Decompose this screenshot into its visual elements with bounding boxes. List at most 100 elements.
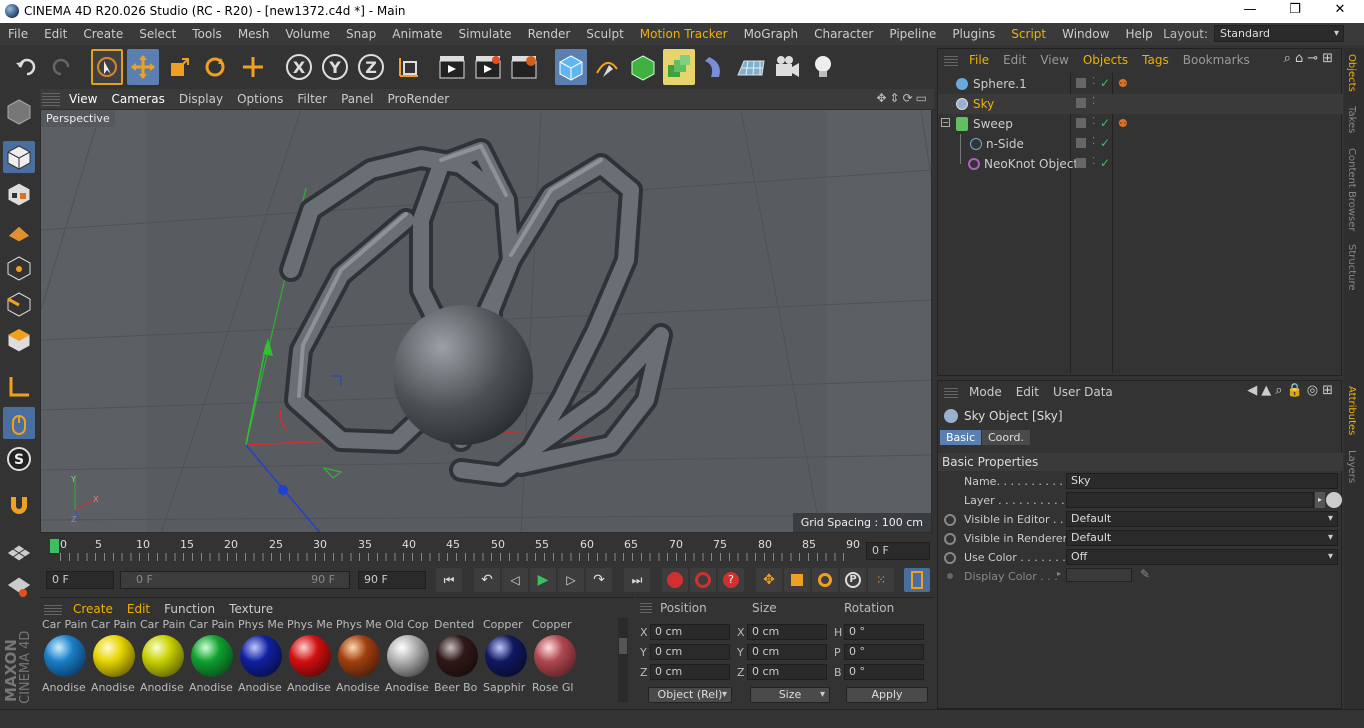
layer-toggle-icon[interactable] xyxy=(1076,78,1086,88)
cube-object-button[interactable] xyxy=(555,49,587,85)
render-to-picture-viewer-button[interactable] xyxy=(472,49,504,85)
enabled-check-icon[interactable]: ✓ xyxy=(1100,116,1110,130)
menu-pipeline[interactable]: Pipeline xyxy=(881,23,944,45)
material-tag-icon[interactable]: ⚉ xyxy=(1118,117,1128,130)
previous-key-button[interactable]: ↶ xyxy=(474,568,500,592)
deformer-button[interactable] xyxy=(699,49,731,85)
coordinate-system-button[interactable] xyxy=(393,49,425,85)
rotate-tool-button[interactable] xyxy=(199,49,231,85)
object-menu-view[interactable]: View xyxy=(1033,49,1075,71)
material-tag-icon[interactable]: ⚉ xyxy=(1118,77,1128,90)
viewport-menu-options[interactable]: Options xyxy=(230,89,290,109)
enabled-check-icon[interactable]: ✓ xyxy=(1100,76,1110,90)
z-axis-lock-button[interactable]: Z xyxy=(355,49,387,85)
menu-edit[interactable]: Edit xyxy=(36,23,75,45)
end-frame-field[interactable]: 90 F xyxy=(358,571,426,589)
move-tool-button[interactable] xyxy=(127,49,159,85)
attr-use-color-dropdown[interactable]: Off xyxy=(1066,549,1338,565)
side-tab-objects[interactable]: Objects xyxy=(1346,54,1357,92)
layer-toggle-icon[interactable] xyxy=(1076,98,1086,108)
material-swatch[interactable]: Old Cop Anodise xyxy=(385,618,431,698)
maximize-button[interactable]: ❐ xyxy=(1281,2,1309,20)
make-editable-button[interactable] xyxy=(3,95,35,127)
layer-toggle-icon[interactable] xyxy=(1076,138,1086,148)
menu-animate[interactable]: Animate xyxy=(384,23,450,45)
visibility-dots-icon[interactable]: ⁚ xyxy=(1092,156,1095,167)
material-swatch[interactable]: Phys Me Anodise xyxy=(238,618,284,698)
live-selection-button[interactable] xyxy=(91,49,123,85)
side-tab-structure[interactable]: Structure xyxy=(1346,244,1357,291)
side-tab-takes[interactable]: Takes xyxy=(1346,106,1357,133)
attr-menu-user-data[interactable]: User Data xyxy=(1046,381,1120,403)
layer-toggle-icon[interactable] xyxy=(1076,158,1086,168)
autokey-button[interactable] xyxy=(690,568,716,592)
display-color-swatch[interactable] xyxy=(1066,568,1132,582)
texture-mode-button[interactable] xyxy=(3,178,35,210)
object-row-sweep[interactable]: − Sweep ⁚ ✓ ⚉ xyxy=(938,114,1343,134)
rot-b-field[interactable]: 0 ° xyxy=(844,664,924,680)
attr-menu-mode[interactable]: Mode xyxy=(962,381,1009,403)
animate-radio-icon[interactable] xyxy=(944,552,956,564)
key-scale-button[interactable] xyxy=(784,568,810,592)
collapse-icon[interactable]: − xyxy=(941,118,950,127)
layer-toggle-icon[interactable] xyxy=(1076,118,1086,128)
pos-z-field[interactable]: 0 cm xyxy=(650,664,730,680)
next-frame-button[interactable]: ▷ xyxy=(558,568,584,592)
size-x-field[interactable]: 0 cm xyxy=(747,624,827,640)
side-tab-layers[interactable]: Layers xyxy=(1346,450,1357,483)
layer-arrow-icon[interactable]: ▸ xyxy=(1315,492,1325,508)
side-tab-content-browser[interactable]: Content Browser xyxy=(1346,148,1357,231)
menu-script[interactable]: Script xyxy=(1003,23,1054,45)
close-button[interactable]: ✕ xyxy=(1326,2,1354,20)
render-settings-button[interactable] xyxy=(508,49,540,85)
minimize-button[interactable]: — xyxy=(1236,2,1264,20)
rot-h-field[interactable]: 0 ° xyxy=(844,624,924,640)
material-swatch[interactable]: Phys Me Anodise xyxy=(336,618,382,698)
polygons-mode-button[interactable] xyxy=(3,324,35,356)
timeline-window-button[interactable] xyxy=(904,568,930,592)
material-menu-edit[interactable]: Edit xyxy=(120,600,157,618)
object-menu-objects[interactable]: Objects xyxy=(1076,49,1135,71)
menu-volume[interactable]: Volume xyxy=(277,23,338,45)
go-to-start-button[interactable]: ⏮ xyxy=(436,568,462,592)
rot-p-field[interactable]: 0 ° xyxy=(844,644,924,660)
tweak-mode-button[interactable] xyxy=(3,407,35,439)
material-menu-function[interactable]: Function xyxy=(157,600,222,618)
attr-menu-edit[interactable]: Edit xyxy=(1009,381,1046,403)
model-mode-button[interactable] xyxy=(3,141,35,173)
viewport-nav-icons[interactable]: ✥⇕⟳▭ xyxy=(876,91,930,105)
menu-render[interactable]: Render xyxy=(520,23,579,45)
menu-mesh[interactable]: Mesh xyxy=(230,23,278,45)
object-row-nside[interactable]: n-Side ⁚ ✓ xyxy=(938,134,1343,154)
floor-button[interactable] xyxy=(735,49,767,85)
side-tab-attributes[interactable]: Attributes xyxy=(1346,386,1357,435)
undo-button[interactable] xyxy=(10,49,42,85)
workplane-mode-button[interactable] xyxy=(3,215,35,247)
redo-button[interactable] xyxy=(46,49,78,85)
attr-name-input[interactable]: Sky xyxy=(1066,473,1338,489)
animate-radio-icon[interactable] xyxy=(944,514,956,526)
axis-mode-button[interactable] xyxy=(3,371,35,403)
coord-mode-dropdown[interactable]: Object (Rel) xyxy=(648,687,732,703)
y-axis-lock-button[interactable]: Y xyxy=(319,49,351,85)
menu-motion-tracker[interactable]: Motion Tracker xyxy=(632,23,736,45)
attr-nav-icons[interactable]: ◀▲⌕🔒◎⊞ xyxy=(1247,383,1337,398)
array-button[interactable] xyxy=(663,49,695,85)
viewport-menu-panel[interactable]: Panel xyxy=(334,89,380,109)
pos-y-field[interactable]: 0 cm xyxy=(650,644,730,660)
recent-tool-button[interactable] xyxy=(237,49,269,85)
object-menu-edit[interactable]: Edit xyxy=(996,49,1033,71)
light-button[interactable] xyxy=(807,49,839,85)
snap-button[interactable] xyxy=(3,489,35,521)
next-key-button[interactable]: ↷ xyxy=(586,568,612,592)
attr-visible-renderer-dropdown[interactable]: Default xyxy=(1066,530,1338,546)
visibility-dots-icon[interactable]: ⁚ xyxy=(1092,136,1095,147)
material-swatch[interactable]: Car Pain Anodise xyxy=(42,618,88,698)
workplane-grid-button[interactable] xyxy=(3,533,35,565)
record-button[interactable] xyxy=(662,568,688,592)
attr-visible-editor-dropdown[interactable]: Default xyxy=(1066,511,1338,527)
object-row-sphere[interactable]: Sphere.1 ⁚ ✓ ⚉ xyxy=(938,74,1343,94)
tab-coord[interactable]: Coord. xyxy=(982,430,1030,445)
menu-window[interactable]: Window xyxy=(1054,23,1117,45)
points-mode-button[interactable] xyxy=(3,252,35,284)
